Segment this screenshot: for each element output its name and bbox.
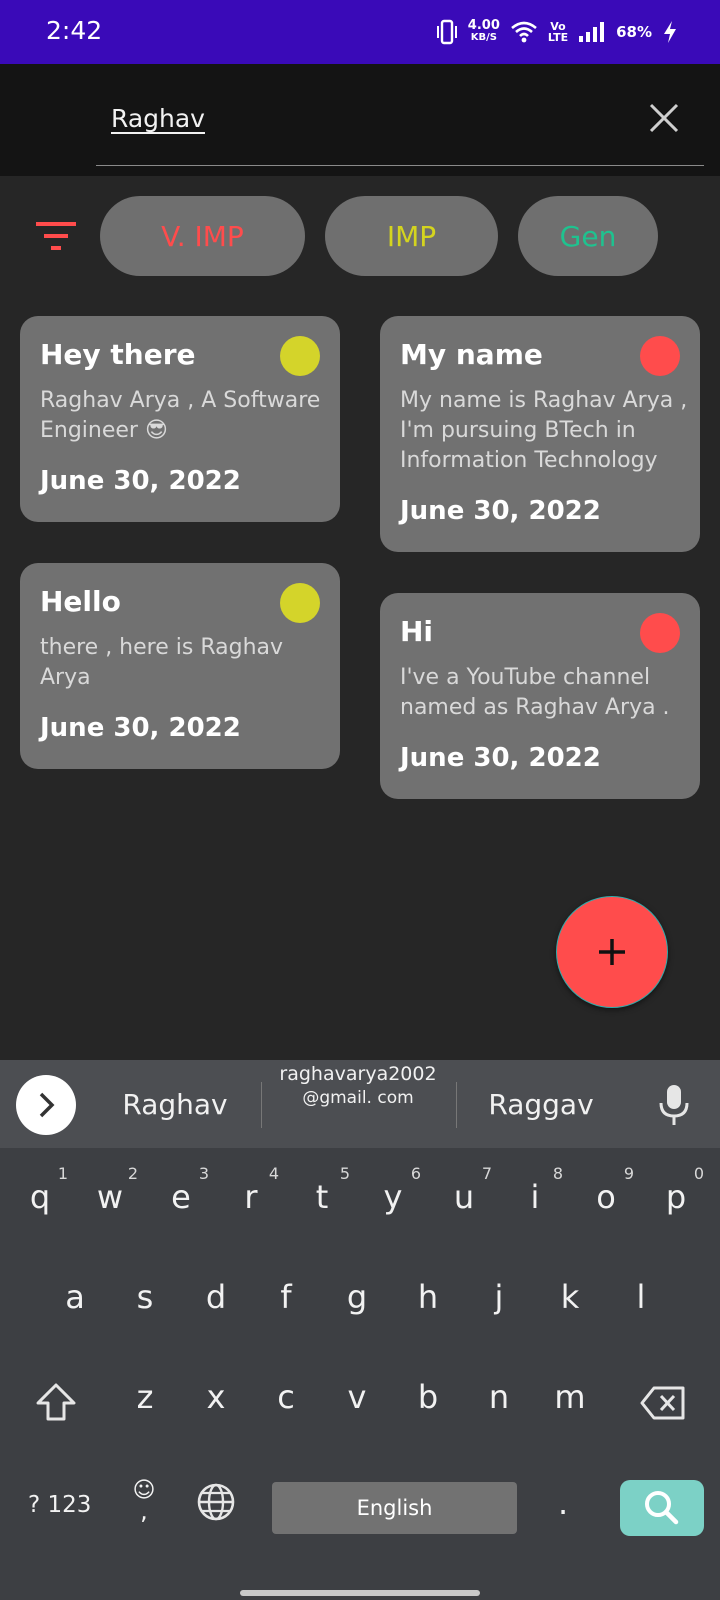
- volte-indicator: Vo LTE: [548, 21, 568, 43]
- key-g[interactable]: g: [327, 1270, 387, 1350]
- search-key[interactable]: [620, 1480, 704, 1536]
- vibrate-icon: [436, 19, 457, 45]
- key-k[interactable]: k: [540, 1270, 600, 1350]
- status-time: 2:42: [46, 16, 103, 45]
- emoji-comma-key[interactable]: ☺ ,: [128, 1478, 160, 1525]
- suggestion-divider: [456, 1082, 457, 1128]
- key-l[interactable]: l: [611, 1270, 671, 1350]
- note-body: Raghav Arya , A Software Engineer 😎: [40, 388, 321, 443]
- note-date: June 30, 2022: [400, 496, 601, 526]
- key-v[interactable]: v: [327, 1370, 387, 1450]
- signal-icon: [579, 22, 605, 42]
- search-underline: [96, 165, 704, 166]
- network-speed-unit: KB/S: [470, 32, 497, 43]
- suggestion-2-line1: raghavarya2002: [279, 1063, 437, 1085]
- key-i[interactable]: 8i: [505, 1164, 565, 1250]
- key-x[interactable]: x: [186, 1370, 246, 1450]
- space-key[interactable]: English: [272, 1482, 517, 1534]
- priority-indicator: [640, 336, 680, 376]
- add-note-button[interactable]: [556, 896, 668, 1008]
- note-date: June 30, 2022: [40, 466, 241, 496]
- key-h[interactable]: h: [398, 1270, 458, 1350]
- suggestion-2[interactable]: raghavarya2002 @gmail. com: [262, 1062, 454, 1110]
- suggestion-2-line2: @gmail. com: [302, 1088, 414, 1108]
- key-m[interactable]: m: [540, 1370, 600, 1450]
- chevron-right-icon: [39, 1092, 55, 1118]
- network-speed-value: 4.00: [467, 18, 500, 33]
- note-card[interactable]: Hello there , here is Raghav Arya June 3…: [20, 563, 340, 769]
- search-icon: [645, 1491, 679, 1525]
- expand-toolbar-button[interactable]: [16, 1075, 76, 1135]
- key-j[interactable]: j: [469, 1270, 529, 1350]
- note-date: June 30, 2022: [400, 743, 601, 773]
- key-z[interactable]: z: [115, 1370, 175, 1450]
- network-speed: 4.00 KB/S: [467, 18, 500, 44]
- key-o[interactable]: 9o: [576, 1164, 636, 1250]
- shift-icon[interactable]: [34, 1382, 78, 1422]
- filter-chip-important[interactable]: IMP: [325, 196, 498, 276]
- note-body: I've a YouTube channel named as Raghav A…: [400, 665, 670, 720]
- plus-icon: [599, 939, 625, 965]
- key-u[interactable]: 7u: [434, 1164, 494, 1250]
- search-input[interactable]: Raghav: [111, 104, 205, 133]
- filter-icon[interactable]: [34, 220, 78, 254]
- suggestion-3[interactable]: Raggav: [466, 1088, 616, 1121]
- filter-chip-general[interactable]: Gen: [518, 196, 658, 276]
- key-w[interactable]: 2w: [80, 1164, 140, 1250]
- note-title: Hey there: [40, 338, 196, 371]
- status-bar: 2:42 4.00 KB/S Vo LTE 68%: [0, 0, 720, 64]
- note-body: there , here is Raghav Arya: [40, 635, 284, 690]
- search-header: Raghav: [0, 64, 720, 176]
- microphone-icon[interactable]: [656, 1084, 692, 1126]
- priority-indicator: [640, 613, 680, 653]
- key-e[interactable]: 3e: [151, 1164, 211, 1250]
- priority-indicator: [280, 583, 320, 623]
- key-n[interactable]: n: [469, 1370, 529, 1450]
- comma-label: ,: [140, 1497, 148, 1525]
- key-b[interactable]: b: [398, 1370, 458, 1450]
- charging-icon: [664, 21, 676, 43]
- key-p[interactable]: 0p: [646, 1164, 706, 1250]
- battery-percent: 68%: [616, 23, 652, 41]
- key-t[interactable]: 5t: [292, 1164, 352, 1250]
- key-c[interactable]: c: [256, 1370, 316, 1450]
- volte-line2: LTE: [547, 31, 569, 44]
- backspace-icon[interactable]: [640, 1386, 686, 1420]
- filter-chip-very-important[interactable]: V. IMP: [100, 196, 305, 276]
- note-title: My name: [400, 338, 543, 371]
- note-date: June 30, 2022: [40, 713, 241, 743]
- suggestion-strip: Raghav raghavarya2002 @gmail. com Raggav: [0, 1060, 720, 1148]
- key-y[interactable]: 6y: [363, 1164, 423, 1250]
- wifi-icon: [511, 21, 537, 43]
- note-card[interactable]: My name My name is Raghav Arya , I'm pur…: [380, 316, 700, 552]
- keyboard: Raghav raghavarya2002 @gmail. com Raggav…: [0, 1060, 720, 1600]
- key-a[interactable]: a: [45, 1270, 105, 1350]
- period-key[interactable]: .: [558, 1484, 568, 1522]
- close-icon[interactable]: [646, 100, 682, 136]
- home-indicator[interactable]: [240, 1590, 480, 1596]
- note-title: Hello: [40, 585, 121, 618]
- priority-indicator: [280, 336, 320, 376]
- key-d[interactable]: d: [186, 1270, 246, 1350]
- key-q[interactable]: 1q: [10, 1164, 70, 1250]
- note-card[interactable]: Hey there Raghav Arya , A Software Engin…: [20, 316, 340, 522]
- status-icons: 4.00 KB/S Vo LTE 68%: [436, 14, 678, 50]
- symbols-key[interactable]: ? 123: [28, 1492, 91, 1518]
- note-body: My name is Raghav Arya , I'm pursuing BT…: [400, 388, 688, 473]
- suggestion-1[interactable]: Raghav: [100, 1088, 250, 1121]
- key-r[interactable]: 4r: [221, 1164, 281, 1250]
- note-title: Hi: [400, 615, 434, 648]
- note-card[interactable]: Hi I've a YouTube channel named as Ragha…: [380, 593, 700, 799]
- key-f[interactable]: f: [256, 1270, 316, 1350]
- globe-icon[interactable]: [196, 1482, 236, 1522]
- key-s[interactable]: s: [115, 1270, 175, 1350]
